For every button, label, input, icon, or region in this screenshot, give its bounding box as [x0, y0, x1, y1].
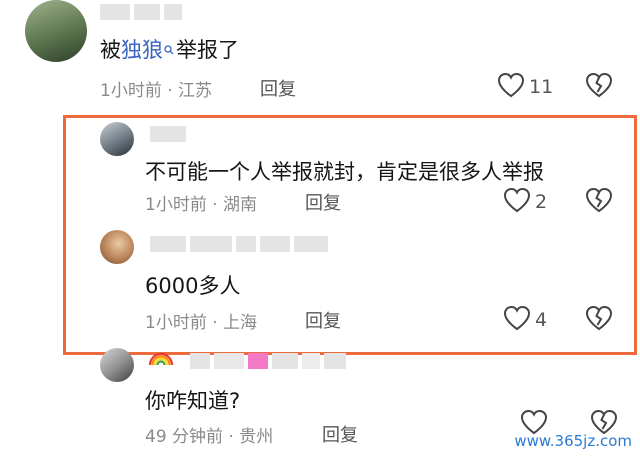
- rainbow-icon: [148, 350, 174, 370]
- like-count: 11: [529, 76, 554, 98]
- like-button[interactable]: 4: [503, 305, 547, 335]
- username-blurred[interactable]: [150, 236, 328, 252]
- comment-text: 6000多人: [145, 274, 241, 298]
- avatar[interactable]: [100, 230, 134, 264]
- comment-2: 不可能一个人举报就封，肯定是很多人举报 1小时前 · 湖南 回复 2: [0, 118, 640, 223]
- dislike-button[interactable]: [585, 72, 613, 102]
- comment-meta: 1小时前 · 湖南: [145, 195, 258, 215]
- heart-icon: [503, 187, 531, 217]
- reply-button[interactable]: 回复: [260, 75, 296, 101]
- reply-button[interactable]: 回复: [322, 421, 358, 447]
- reply-button[interactable]: 回复: [305, 307, 341, 333]
- broken-heart-icon: [585, 72, 613, 102]
- like-button[interactable]: 2: [503, 187, 547, 217]
- comment-1: 被独狼 举报了 1小时前 · 江苏 回复 11: [0, 0, 640, 105]
- username-blurred[interactable]: [190, 353, 346, 369]
- avatar[interactable]: [100, 348, 134, 382]
- username-blurred[interactable]: [100, 4, 182, 20]
- watermark: www.365jz.com: [514, 432, 632, 450]
- username-blurred[interactable]: [150, 126, 186, 142]
- dislike-button[interactable]: [585, 305, 613, 335]
- avatar[interactable]: [100, 122, 134, 156]
- comment-text-prefix: 被: [100, 38, 121, 62]
- heart-icon: [497, 72, 525, 102]
- broken-heart-icon: [585, 305, 613, 335]
- search-keyword-link[interactable]: 独狼: [121, 38, 163, 62]
- comment-meta: 1小时前 · 上海: [145, 313, 258, 333]
- heart-icon: [503, 305, 531, 335]
- comment-meta: 1小时前 · 江苏: [100, 81, 213, 101]
- broken-heart-icon: [585, 187, 613, 217]
- comment-text-suffix: 举报了: [176, 38, 239, 62]
- reply-button[interactable]: 回复: [305, 189, 341, 215]
- like-count: 2: [535, 191, 548, 213]
- dislike-button[interactable]: [585, 187, 613, 217]
- search-icon[interactable]: [164, 36, 174, 60]
- avatar[interactable]: [25, 0, 87, 62]
- like-count: 4: [535, 309, 548, 331]
- comment-text: 你咋知道?: [145, 389, 241, 413]
- like-button[interactable]: 11: [497, 72, 553, 102]
- comment-3: 6000多人 1小时前 · 上海 回复 4: [0, 228, 640, 338]
- comment-text: 不可能一个人举报就封，肯定是很多人举报: [145, 160, 544, 184]
- comment-meta: 49 分钟前 · 贵州: [145, 427, 274, 447]
- comment-text: 被独狼 举报了: [100, 34, 239, 64]
